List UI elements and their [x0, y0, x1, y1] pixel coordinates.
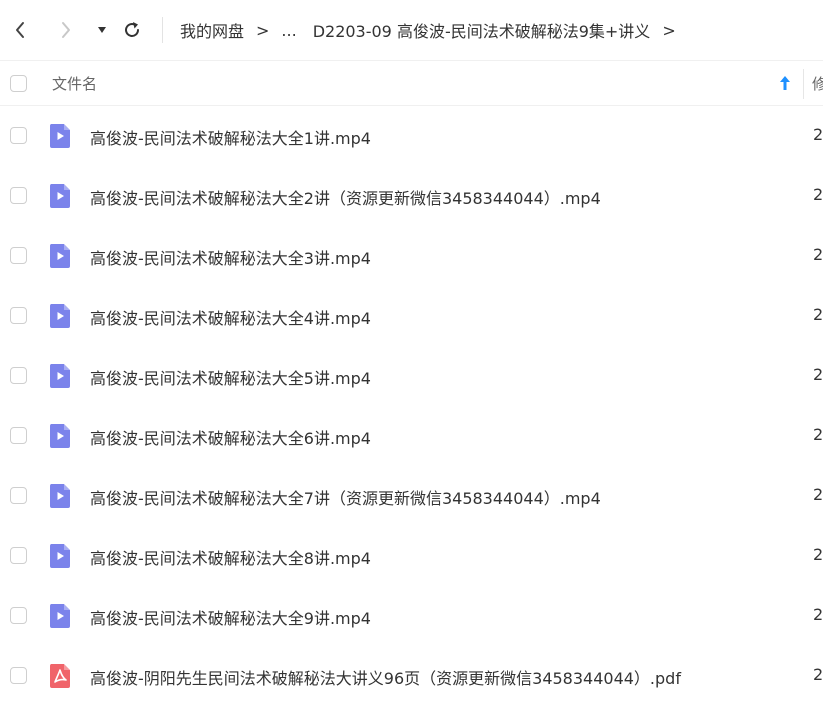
history-dropdown-button[interactable]: [90, 18, 114, 42]
column-header-filename[interactable]: 文件名: [52, 73, 97, 94]
navigation-bar: 我的网盘 > ... D2203-09 高俊波-民间法术破解秘法9集+讲义 >: [0, 0, 823, 60]
modified-date-partial: 2: [813, 605, 823, 624]
video-file-icon: [49, 304, 70, 328]
row-checkbox[interactable]: [10, 127, 27, 144]
file-name[interactable]: 高俊波-民间法术破解秘法大全7讲（资源更新微信3458344044）.mp4: [90, 485, 601, 509]
file-name[interactable]: 高俊波-民间法术破解秘法大全8讲.mp4: [90, 545, 371, 569]
file-name[interactable]: 高俊波-民间法术破解秘法大全9讲.mp4: [90, 605, 371, 629]
modified-date-partial: 2: [813, 665, 823, 684]
video-file-icon: [49, 244, 70, 268]
video-file-icon: [49, 124, 70, 148]
breadcrumb-root[interactable]: 我的网盘: [180, 18, 244, 42]
select-all-checkbox[interactable]: [10, 75, 27, 92]
file-name[interactable]: 高俊波-民间法术破解秘法大全5讲.mp4: [90, 365, 371, 389]
modified-date-partial: 2: [813, 185, 823, 204]
modified-date-partial: 2: [813, 125, 823, 144]
row-checkbox[interactable]: [10, 367, 27, 384]
breadcrumb: 我的网盘 > ... D2203-09 高俊波-民间法术破解秘法9集+讲义 >: [180, 18, 688, 42]
file-name[interactable]: 高俊波-民间法术破解秘法大全1讲.mp4: [90, 125, 371, 149]
file-row[interactable]: 高俊波-民间法术破解秘法大全3讲.mp4 2: [0, 226, 823, 286]
file-row[interactable]: 高俊波-民间法术破解秘法大全8讲.mp4 2: [0, 526, 823, 586]
file-row[interactable]: 高俊波-民间法术破解秘法大全1讲.mp4 2: [0, 106, 823, 166]
row-checkbox[interactable]: [10, 547, 27, 564]
video-file-icon: [49, 424, 70, 448]
column-divider[interactable]: [803, 69, 804, 99]
row-checkbox[interactable]: [10, 487, 27, 504]
forward-button[interactable]: [54, 18, 78, 42]
file-row[interactable]: 高俊波-民间法术破解秘法大全5讲.mp4 2: [0, 346, 823, 406]
sort-asc-icon[interactable]: [777, 74, 793, 92]
row-checkbox[interactable]: [10, 307, 27, 324]
file-name[interactable]: 高俊波-民间法术破解秘法大全3讲.mp4: [90, 245, 371, 269]
video-file-icon: [49, 364, 70, 388]
video-file-icon: [49, 604, 70, 628]
row-checkbox[interactable]: [10, 427, 27, 444]
file-row[interactable]: 高俊波-民间法术破解秘法大全9讲.mp4 2: [0, 586, 823, 646]
video-file-icon: [49, 544, 70, 568]
breadcrumb-separator: >: [256, 20, 270, 40]
modified-date-partial: 2: [813, 425, 823, 444]
modified-date-partial: 2: [813, 245, 823, 264]
refresh-button[interactable]: [120, 18, 144, 42]
file-name[interactable]: 高俊波-民间法术破解秘法大全6讲.mp4: [90, 425, 371, 449]
modified-date-partial: 2: [813, 485, 823, 504]
file-list: 高俊波-民间法术破解秘法大全1讲.mp4 2 高俊波-民间法术破解秘法大全2讲（资源…: [0, 106, 823, 706]
caret-down-icon: [98, 27, 106, 33]
video-file-icon: [49, 484, 70, 508]
modified-date-partial: 2: [813, 305, 823, 324]
row-checkbox[interactable]: [10, 187, 27, 204]
breadcrumb-separator: >: [662, 20, 676, 40]
row-checkbox[interactable]: [10, 667, 27, 684]
file-row[interactable]: 高俊波-民间法术破解秘法大全6讲.mp4 2: [0, 406, 823, 466]
chevron-left-icon: [16, 22, 24, 38]
back-button[interactable]: [8, 18, 32, 42]
file-name[interactable]: 高俊波-民间法术破解秘法大全2讲（资源更新微信3458344044）.mp4: [90, 185, 601, 209]
file-row[interactable]: 高俊波-民间法术破解秘法大全7讲（资源更新微信3458344044）.mp4 2: [0, 466, 823, 526]
file-name[interactable]: 高俊波-民间法术破解秘法大全4讲.mp4: [90, 305, 371, 329]
chevron-right-icon: [62, 22, 70, 38]
nav-divider: [162, 17, 163, 43]
modified-date-partial: 2: [813, 365, 823, 384]
row-checkbox[interactable]: [10, 607, 27, 624]
breadcrumb-ellipsis[interactable]: ...: [281, 21, 296, 40]
file-row[interactable]: 高俊波-阴阳先生民间法术破解秘法大讲义96页（资源更新微信3458344044）…: [0, 646, 823, 706]
breadcrumb-current[interactable]: D2203-09 高俊波-民间法术破解秘法9集+讲义: [313, 18, 651, 42]
file-name[interactable]: 高俊波-阴阳先生民间法术破解秘法大讲义96页（资源更新微信3458344044）…: [90, 665, 681, 689]
video-file-icon: [49, 184, 70, 208]
file-list-header: 文件名 修: [0, 60, 823, 106]
file-row[interactable]: 高俊波-民间法术破解秘法大全4讲.mp4 2: [0, 286, 823, 346]
row-checkbox[interactable]: [10, 247, 27, 264]
pdf-file-icon: [49, 664, 70, 688]
refresh-icon: [125, 22, 139, 37]
modified-date-partial: 2: [813, 545, 823, 564]
column-header-modified-partial[interactable]: 修: [812, 73, 823, 94]
file-row[interactable]: 高俊波-民间法术破解秘法大全2讲（资源更新微信3458344044）.mp4 2: [0, 166, 823, 226]
